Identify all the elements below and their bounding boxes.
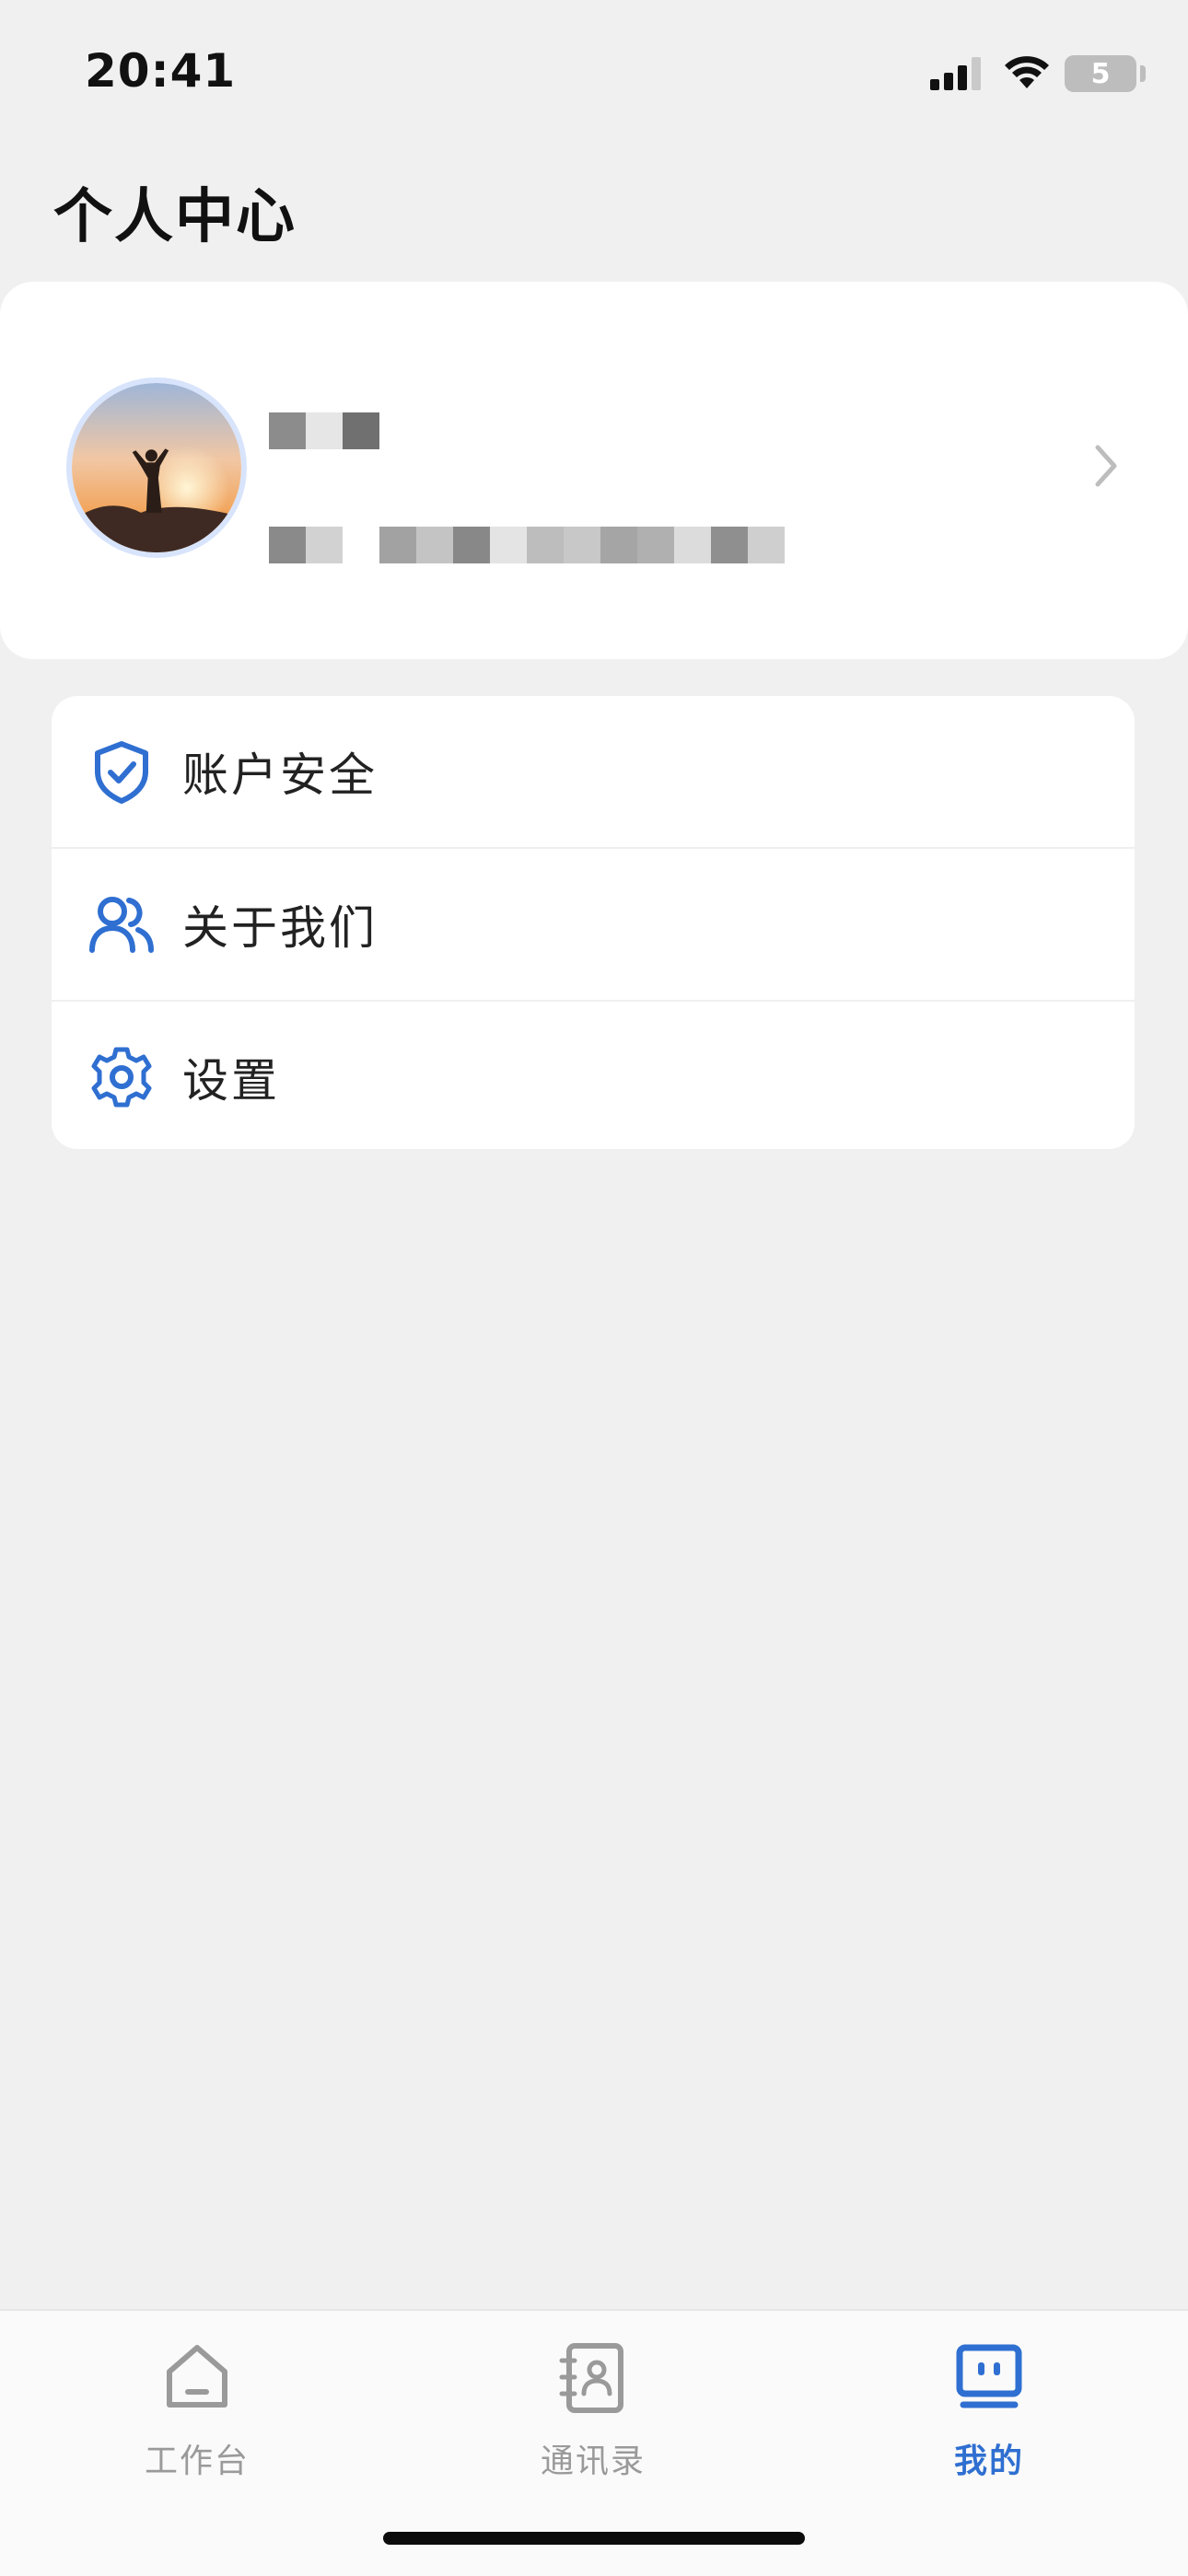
profile-card[interactable]: [0, 282, 1188, 659]
contacts-book-icon: [559, 2343, 623, 2413]
avatar-image: [72, 383, 241, 552]
menu-item-label: 设置: [182, 1054, 280, 1108]
page-title: 个人中心: [53, 183, 297, 251]
menu-item-label: 账户安全: [182, 748, 378, 802]
menu-item-account-security[interactable]: 账户安全: [52, 696, 1135, 847]
chevron-right-icon: [1095, 445, 1117, 487]
profile-box-icon: [956, 2344, 1022, 2408]
menu-item-settings[interactable]: 设置: [52, 1002, 1135, 1149]
wifi-icon: [1005, 56, 1049, 88]
profile-name-redacted: [269, 412, 379, 449]
gear-icon: [87, 1042, 157, 1112]
tab-mine[interactable]: 我的: [869, 2338, 1109, 2495]
tab-label: 工作台: [144, 2443, 250, 2480]
tab-contacts[interactable]: 通讯录: [473, 2338, 713, 2495]
profile-detail-redacted: [269, 527, 785, 563]
status-time: 20:41: [85, 44, 237, 98]
menu-item-about-us[interactable]: 关于我们: [52, 849, 1135, 1000]
cellular-signal-icon: [930, 57, 981, 90]
tab-bar: 工作台 通讯录 我的: [0, 2309, 1188, 2576]
tab-label: 我的: [953, 2443, 1024, 2480]
tab-workbench[interactable]: 工作台: [77, 2338, 317, 2495]
menu-card: 账户安全 关于我们 设置: [52, 696, 1135, 1149]
home-indicator[interactable]: [383, 2532, 805, 2545]
tab-label: 通讯录: [540, 2443, 646, 2480]
shield-check-icon: [87, 737, 157, 806]
battery-cap: [1140, 65, 1146, 82]
avatar[interactable]: [66, 377, 247, 558]
status-bar: 20:41 5: [0, 0, 1188, 147]
home-icon: [167, 2345, 227, 2408]
battery-indicator: 5: [1065, 55, 1136, 92]
users-icon: [87, 889, 157, 959]
menu-item-label: 关于我们: [182, 901, 378, 955]
